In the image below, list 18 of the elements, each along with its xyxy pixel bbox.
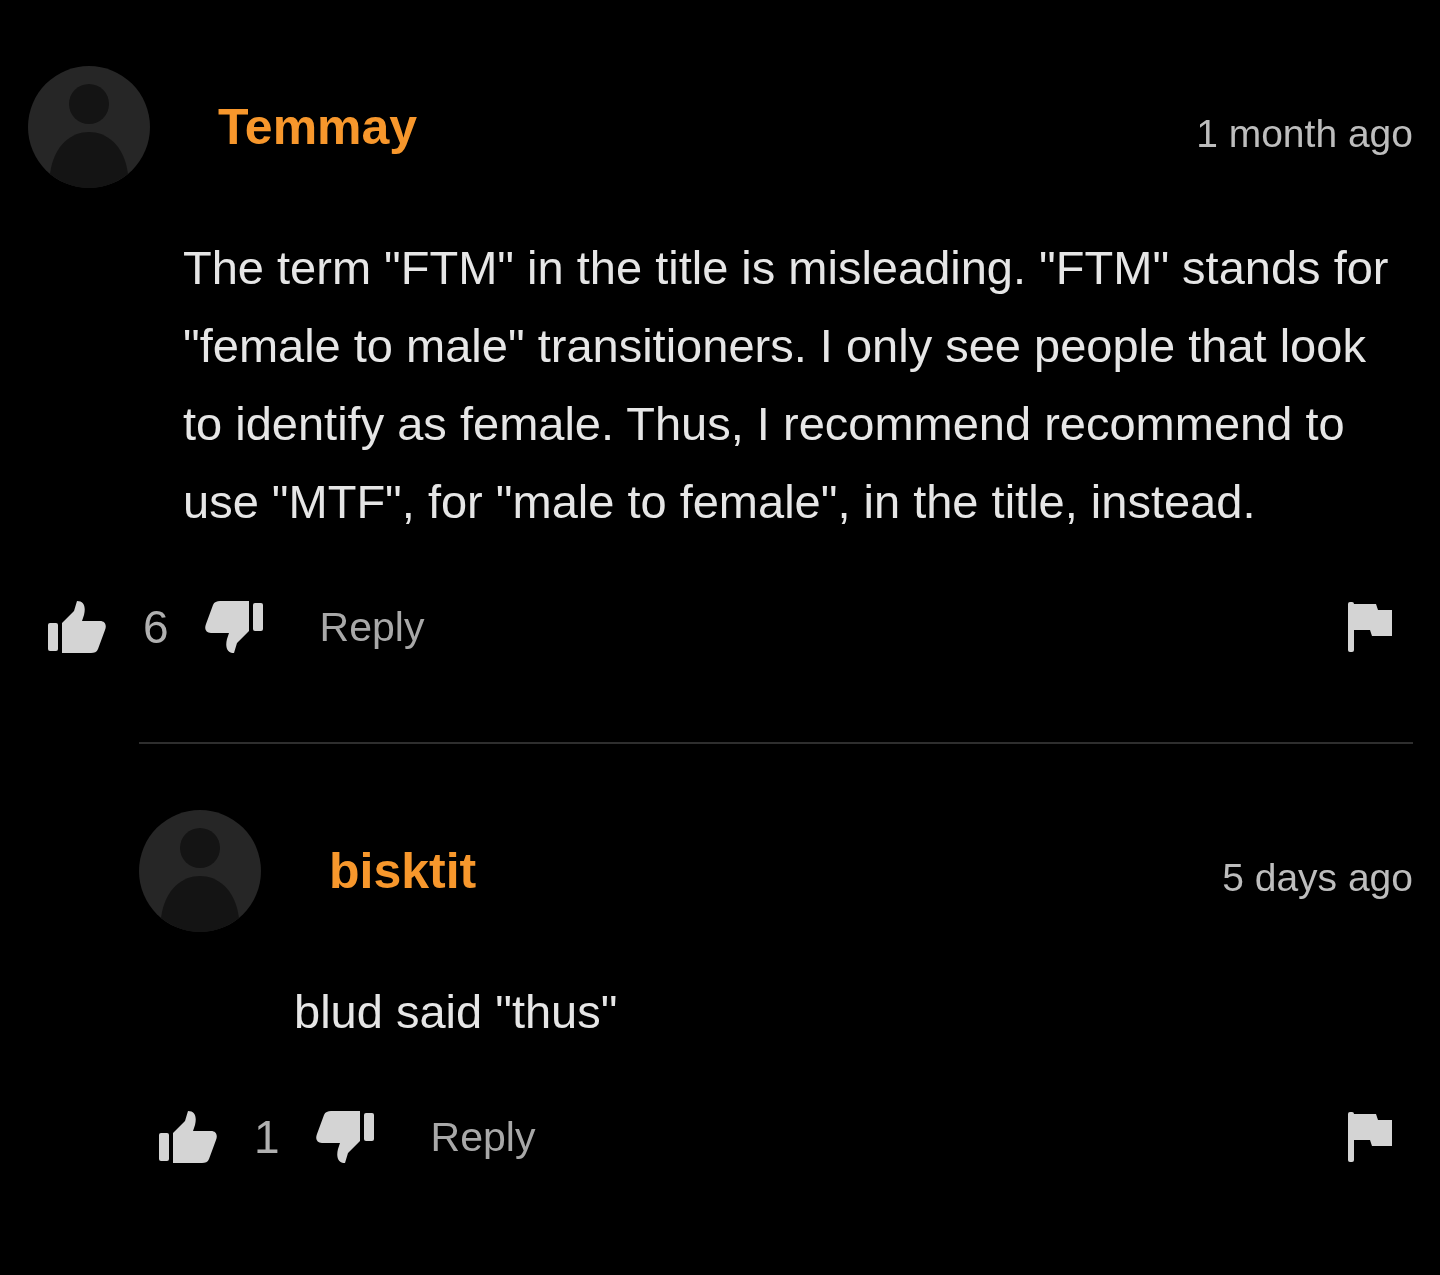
like-count: 1 xyxy=(254,1110,280,1164)
avatar-icon xyxy=(28,66,150,188)
thumbs-up-icon[interactable] xyxy=(48,601,106,653)
flag-icon[interactable] xyxy=(1348,602,1392,652)
like-count: 6 xyxy=(143,600,169,654)
thumbs-up-icon[interactable] xyxy=(159,1111,217,1163)
author-name[interactable]: bisktit xyxy=(329,842,477,900)
reply-link[interactable]: Reply xyxy=(319,603,425,651)
avatar-icon xyxy=(139,810,261,932)
thumbs-down-icon[interactable] xyxy=(315,1111,374,1163)
comment-text: The term "FTM" in the title is misleading. "FTM" stands for "female to male" transitioners. I only see people that look to identify as female. Thus, I recommend recommend to use "MTF", for "male to female", in the title, instead. xyxy=(183,240,1390,530)
reply-link[interactable]: Reply xyxy=(430,1113,536,1161)
flag-icon[interactable] xyxy=(1348,1112,1392,1162)
timestamp: 1 month ago xyxy=(1196,112,1413,156)
author-name[interactable]: Temmay xyxy=(218,98,418,156)
comment-text: blud said "thus" xyxy=(294,984,619,1040)
timestamp: 5 days ago xyxy=(1222,856,1413,900)
thumbs-down-icon[interactable] xyxy=(204,601,263,653)
